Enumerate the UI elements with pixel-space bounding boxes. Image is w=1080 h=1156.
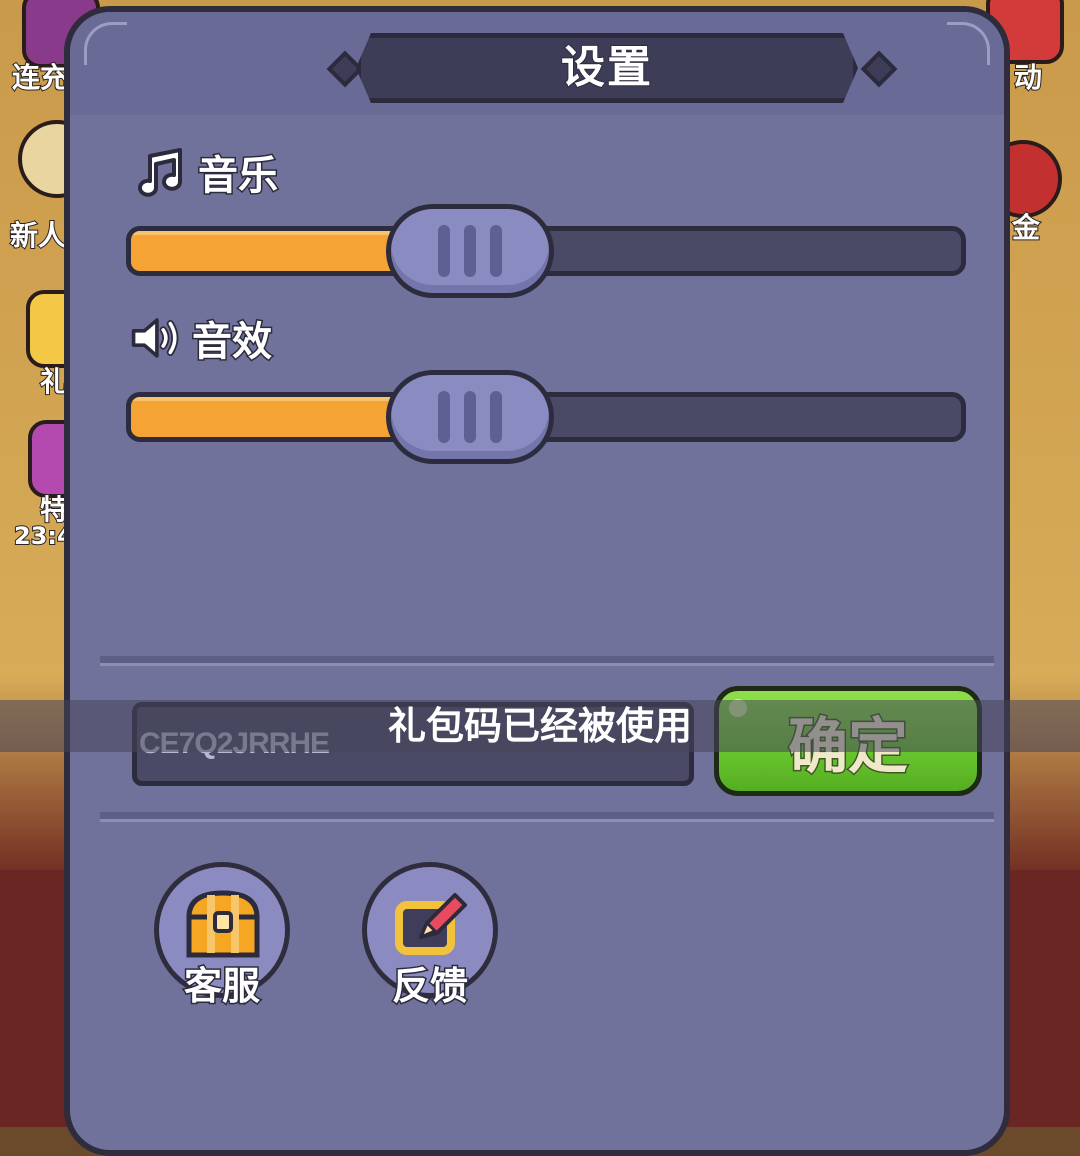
toast-message: 礼包码已经被使用 (387, 704, 692, 748)
dialog-title: 设置 (560, 41, 653, 94)
feedback-button[interactable]: 反馈 (362, 862, 498, 1010)
music-slider[interactable] (126, 204, 966, 298)
grip-line (438, 225, 451, 277)
speaker-icon (130, 312, 182, 364)
music-slider-handle[interactable] (386, 204, 555, 298)
grip-line (464, 391, 477, 443)
pencil-edit-icon (391, 887, 471, 959)
divider-top (100, 656, 994, 666)
grip-line (490, 391, 503, 443)
background-label-recharge: 连充 (11, 60, 69, 95)
sound-label-row: 音效 (130, 308, 274, 368)
treasure-chest-icon (183, 887, 263, 959)
background-label-newbie: 新人 (9, 218, 67, 253)
divider-bottom (100, 812, 994, 822)
music-note-icon (136, 146, 188, 198)
grip-line (438, 391, 451, 443)
background-label-event: 动 (1013, 60, 1043, 95)
sound-slider-handle[interactable] (386, 370, 555, 464)
music-label-row: 音乐 (136, 142, 280, 202)
grip-line (464, 225, 477, 277)
sound-label: 音效 (191, 318, 274, 367)
settings-dialog: 设置 音乐 音效 客服 反馈 (64, 6, 1010, 1156)
sound-slider[interactable] (126, 370, 966, 464)
grip-line (490, 225, 503, 277)
customer-service-label: 客服 (182, 963, 261, 1010)
background-label-gold: 金 (1011, 210, 1041, 245)
customer-service-button[interactable]: 客服 (154, 862, 290, 1010)
feedback-label: 反馈 (390, 963, 469, 1010)
music-label: 音乐 (197, 152, 280, 201)
